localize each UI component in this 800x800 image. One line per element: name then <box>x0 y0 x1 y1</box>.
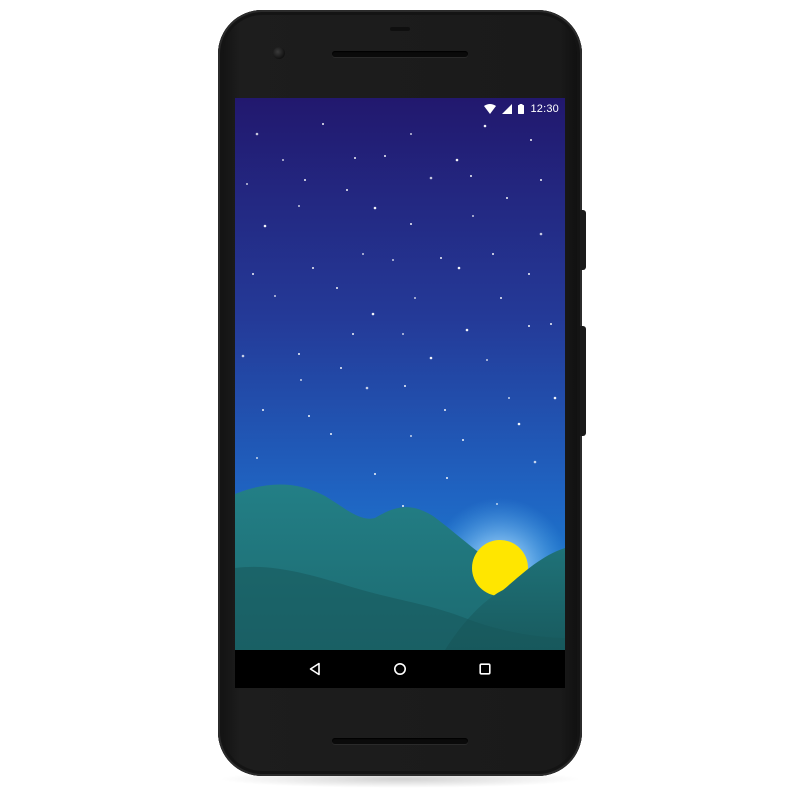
star <box>256 457 258 459</box>
star <box>402 333 404 335</box>
volume-rocker[interactable] <box>580 326 586 436</box>
screen[interactable]: 12:30 <box>235 98 565 688</box>
star <box>410 435 412 437</box>
star <box>470 175 472 177</box>
stage: 12:30 <box>0 0 800 800</box>
star <box>486 359 488 361</box>
recents-button[interactable] <box>465 654 505 684</box>
status-bar: 12:30 <box>235 98 565 120</box>
star <box>465 328 469 332</box>
star <box>446 477 448 479</box>
star <box>410 223 412 225</box>
home-icon <box>393 663 406 675</box>
wifi-icon <box>484 104 497 114</box>
wallpaper <box>235 98 565 650</box>
star <box>354 157 356 159</box>
star <box>392 259 394 261</box>
star <box>455 158 459 162</box>
star <box>429 176 433 180</box>
star <box>346 189 348 191</box>
star <box>530 139 532 141</box>
star <box>444 409 446 411</box>
star <box>352 333 354 335</box>
star <box>308 415 310 417</box>
star <box>322 123 324 125</box>
star <box>263 224 267 228</box>
earpiece-speaker <box>332 51 468 57</box>
star <box>255 132 259 136</box>
star <box>373 206 377 210</box>
star <box>304 179 306 181</box>
star <box>340 367 342 369</box>
star <box>500 297 502 299</box>
star <box>508 397 510 399</box>
star <box>371 312 375 316</box>
star <box>300 379 302 381</box>
star <box>330 433 332 435</box>
star <box>336 287 338 289</box>
star <box>262 409 264 411</box>
star <box>402 505 404 507</box>
star <box>539 232 543 236</box>
nav-bar <box>235 650 565 688</box>
proximity-sensor <box>390 27 410 31</box>
front-camera-icon <box>273 47 285 59</box>
star <box>462 439 464 441</box>
star <box>528 325 530 327</box>
star <box>506 197 508 199</box>
bottom-speaker <box>332 738 468 744</box>
star <box>553 396 557 400</box>
star <box>298 205 300 207</box>
power-button[interactable] <box>580 210 586 270</box>
star <box>492 253 494 255</box>
star <box>384 155 386 157</box>
recents-icon <box>479 663 491 675</box>
star <box>365 386 369 390</box>
star <box>483 124 487 128</box>
star <box>374 473 376 475</box>
star <box>298 353 300 355</box>
battery-icon <box>518 104 525 114</box>
star <box>241 354 245 358</box>
star <box>312 267 314 269</box>
star <box>362 253 364 255</box>
cell-signal-icon <box>502 104 513 114</box>
star <box>274 295 276 297</box>
star <box>429 356 433 360</box>
star <box>404 385 406 387</box>
star <box>550 323 552 325</box>
back-icon <box>310 662 321 676</box>
star <box>246 183 248 185</box>
star <box>252 273 254 275</box>
star <box>282 159 284 161</box>
star <box>472 215 474 217</box>
status-clock: 12:30 <box>530 103 559 115</box>
star <box>457 266 461 270</box>
star <box>528 273 530 275</box>
star <box>540 179 542 181</box>
star <box>414 297 416 299</box>
back-button[interactable] <box>295 654 335 684</box>
star <box>410 133 412 135</box>
star <box>517 422 521 426</box>
home-button[interactable] <box>380 654 420 684</box>
star <box>440 257 442 259</box>
star <box>533 460 537 464</box>
